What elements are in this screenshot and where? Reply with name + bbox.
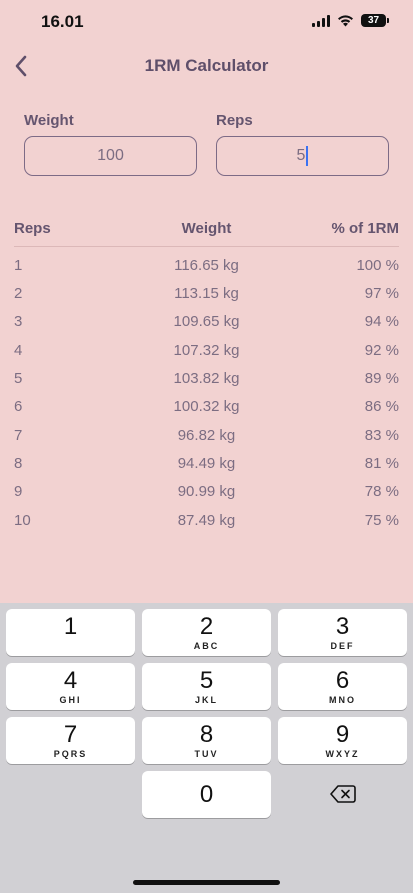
status-time: 16.01 — [41, 12, 84, 31]
cell-reps: 10 — [14, 511, 31, 529]
key-digit: 1 — [63, 613, 78, 640]
key-digit: 6 — [335, 667, 350, 694]
status-bar: 16.01 37 — [0, 0, 413, 46]
cell-percent: 94 % — [364, 313, 399, 331]
cell-weight: 94.49 kg — [177, 455, 236, 473]
table-row: 2 113.15 kg 97 % — [14, 279, 399, 307]
home-indicator[interactable] — [133, 880, 280, 885]
key-digit: 2 — [199, 613, 214, 640]
key-digit: 7 — [63, 721, 78, 748]
rm-table: Reps Weight % of 1RM 1 116.65 kg 100 % 2… — [14, 214, 399, 534]
cell-weight: 100.32 kg — [173, 398, 240, 416]
cell-percent: 83 % — [364, 426, 399, 444]
battery-level: 37 — [361, 14, 386, 27]
nav-header: 1RM Calculator — [0, 48, 413, 84]
table-row: 1 116.65 kg 100 % — [14, 251, 399, 279]
key-letters: ABC — [193, 641, 220, 651]
delete-key[interactable] — [278, 771, 407, 818]
cell-percent: 100 % — [356, 256, 399, 274]
cell-percent: 81 % — [364, 455, 399, 473]
cell-percent: 92 % — [364, 341, 399, 359]
table-body: 1 116.65 kg 100 % 2 113.15 kg 97 % 3 109… — [14, 251, 399, 534]
key-letters: PQRS — [53, 749, 88, 759]
cell-reps: 8 — [14, 455, 23, 473]
signal-icon — [312, 14, 330, 27]
cell-reps: 2 — [14, 285, 23, 303]
key-4[interactable]: 4 GHI — [6, 663, 135, 710]
key-digit: 8 — [199, 721, 214, 748]
reps-input-group: Reps 5 — [216, 112, 389, 176]
key-letters: GHI — [59, 695, 82, 705]
key-digit: 0 — [199, 781, 214, 808]
cell-reps: 9 — [14, 483, 23, 501]
key-9[interactable]: 9 WXYZ — [278, 717, 407, 764]
key-8[interactable]: 8 TUV — [142, 717, 271, 764]
backspace-icon — [329, 785, 356, 803]
cell-percent: 89 % — [364, 370, 399, 388]
key-letters: JKL — [194, 695, 218, 705]
key-3[interactable]: 3 DEF — [278, 609, 407, 656]
table-row: 10 87.49 kg 75 % — [14, 506, 399, 534]
key-5[interactable]: 5 JKL — [142, 663, 271, 710]
reps-value: 5 — [296, 147, 306, 164]
key-empty — [6, 771, 135, 818]
key-7[interactable]: 7 PQRS — [6, 717, 135, 764]
cell-weight: 103.82 kg — [173, 370, 240, 388]
cell-weight: 96.82 kg — [177, 426, 236, 444]
table-row: 6 100.32 kg 86 % — [14, 393, 399, 421]
header-percent: % of 1RM — [331, 219, 400, 237]
reps-input[interactable]: 5 — [216, 136, 389, 176]
cell-reps: 4 — [14, 341, 23, 359]
key-digit: 4 — [63, 667, 78, 694]
table-row: 7 96.82 kg 83 % — [14, 421, 399, 449]
table-row: 8 94.49 kg 81 % — [14, 449, 399, 477]
key-1[interactable]: 1 — [6, 609, 135, 656]
cell-reps: 7 — [14, 426, 23, 444]
key-0[interactable]: 0 — [142, 771, 271, 818]
table-header: Reps Weight % of 1RM — [14, 214, 399, 247]
numeric-keyboard: 1 2 ABC 3 DEF 4 GHI 5 JKL 6 MNO 7 PQRS 8 — [0, 603, 413, 893]
cell-percent: 75 % — [364, 511, 399, 529]
key-letters: TUV — [194, 749, 219, 759]
cell-weight: 90.99 kg — [177, 483, 236, 501]
cell-reps: 5 — [14, 370, 23, 388]
wifi-icon — [337, 14, 354, 27]
table-row: 9 90.99 kg 78 % — [14, 478, 399, 506]
table-row: 4 107.32 kg 92 % — [14, 336, 399, 364]
table-row: 3 109.65 kg 94 % — [14, 308, 399, 336]
key-digit: 3 — [335, 613, 350, 640]
page-title: 1RM Calculator — [144, 56, 269, 75]
status-icons: 37 — [312, 14, 389, 27]
weight-input-group: Weight 100 — [24, 112, 197, 176]
key-2[interactable]: 2 ABC — [142, 609, 271, 656]
weight-label: Weight — [24, 112, 74, 129]
battery-icon: 37 — [361, 14, 389, 27]
reps-label: Reps — [216, 112, 253, 129]
weight-input[interactable]: 100 — [24, 136, 197, 176]
calculator-screen: 16.01 37 1RM Calculator Weight 100 Reps … — [0, 0, 413, 893]
cell-weight: 109.65 kg — [173, 313, 240, 331]
header-weight: Weight — [181, 219, 232, 237]
key-digit: 5 — [199, 667, 214, 694]
text-caret — [306, 146, 309, 166]
cell-reps: 3 — [14, 313, 23, 331]
cell-weight: 116.65 kg — [174, 256, 239, 274]
cell-reps: 1 — [14, 256, 23, 274]
cell-percent: 78 % — [364, 483, 399, 501]
cell-weight: 87.49 kg — [177, 511, 236, 529]
cell-weight: 113.15 kg — [174, 285, 239, 303]
header-reps: Reps — [14, 219, 51, 237]
key-letters: DEF — [330, 641, 355, 651]
key-letters: MNO — [329, 695, 356, 705]
cell-percent: 97 % — [364, 285, 399, 303]
cell-weight: 107.32 kg — [173, 341, 240, 359]
key-digit: 9 — [335, 721, 350, 748]
key-letters: WXYZ — [325, 749, 360, 759]
table-row: 5 103.82 kg 89 % — [14, 364, 399, 392]
cell-reps: 6 — [14, 398, 23, 416]
cell-percent: 86 % — [364, 398, 399, 416]
weight-value: 100 — [97, 147, 124, 164]
key-6[interactable]: 6 MNO — [278, 663, 407, 710]
